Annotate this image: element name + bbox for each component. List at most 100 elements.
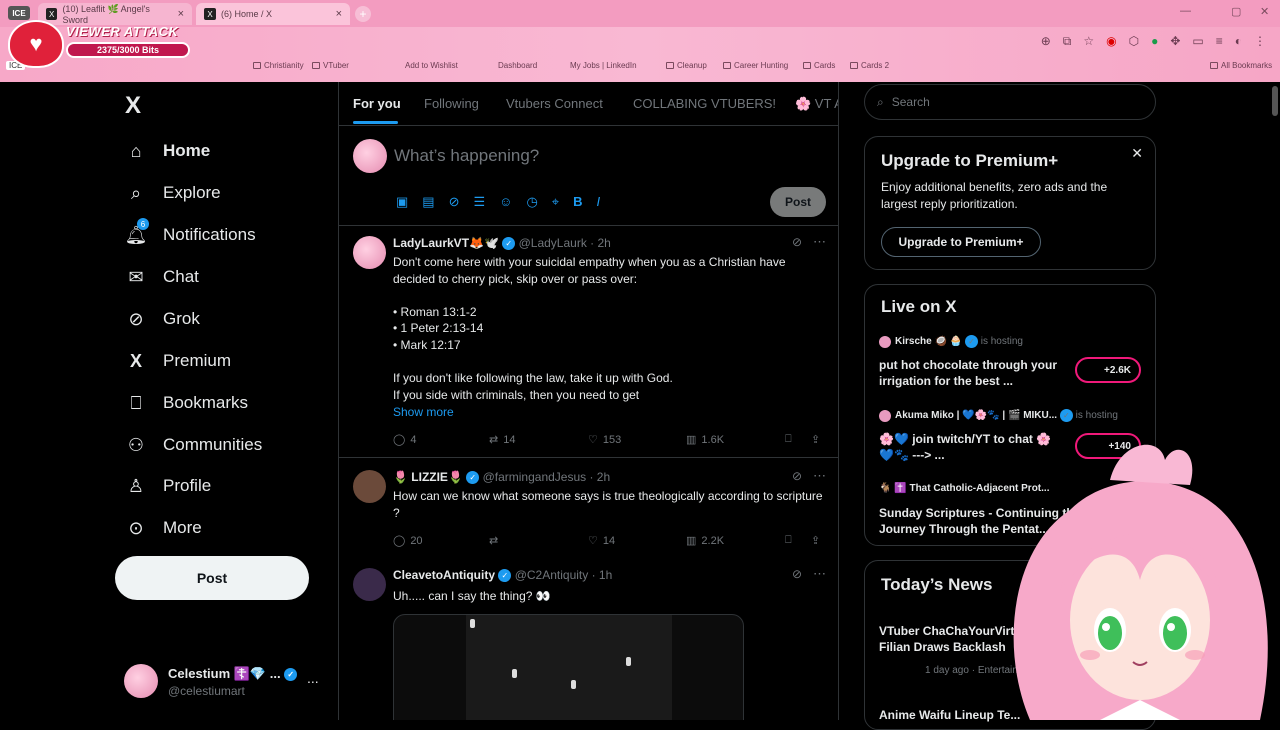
zoom-icon[interactable]: ⊕ (1041, 34, 1051, 49)
close-window-icon[interactable]: ✕ (1260, 5, 1269, 18)
reply-button[interactable]: ◯ 4 (393, 433, 416, 447)
nav-more[interactable]: ⊙ More (125, 517, 201, 539)
bookmark-christianity[interactable]: Christianity (253, 61, 304, 70)
author-handle[interactable]: @LadyLaurk · 2h (519, 236, 611, 250)
post-button[interactable]: Post (115, 556, 309, 600)
more-icon[interactable]: ⋯ (813, 234, 826, 250)
nav-grok[interactable]: ⊘ Grok (125, 308, 199, 330)
menu-icon[interactable]: ⋮ (1254, 34, 1266, 49)
nav-notifications[interactable]: 🔔︎ 6 Notifications (125, 218, 256, 246)
live-host[interactable]: Akuma Miko | 💙🌸🐾 | 🎬 MIKU... ✓ is hostin… (879, 409, 1118, 422)
like-button[interactable]: ♡ 14 (588, 534, 615, 548)
bookmark-cards[interactable]: Cards (803, 61, 835, 70)
bookmark-career[interactable]: Career Hunting (723, 61, 788, 70)
extension-icon[interactable]: ⬡ (1129, 34, 1139, 49)
compose-post-button[interactable]: Post (770, 187, 826, 217)
author-handle[interactable]: @farmingandJesus · 2h (483, 470, 611, 484)
share-icon[interactable]: ⇪ (811, 534, 820, 547)
nav-explore[interactable]: ⌕ Explore (125, 182, 221, 204)
nav-premium[interactable]: X Premium (125, 350, 231, 372)
puzzle-icon[interactable]: ✥ (1170, 34, 1180, 49)
tab-vt-a[interactable]: 🌸 VT A (795, 96, 838, 112)
browser-tab-home-x[interactable]: X (6) Home / X × (196, 3, 350, 25)
media-icon[interactable]: ≡ (1216, 34, 1223, 49)
author-name[interactable]: LadyLaurkVT🦊🕊️ (393, 236, 499, 250)
more-icon[interactable]: ⋯ (813, 468, 826, 484)
address-bar[interactable]: ⊕ ⧉ ☆ ◉ ⬡ ● ✥ ▭ ≡ ◐ ⋮ (0, 27, 1280, 57)
author-name[interactable]: 🌷 LIZZIE🌷 (393, 470, 463, 484)
new-tab-button[interactable]: + (355, 6, 371, 22)
views-button[interactable]: ▥ 1.6K (686, 433, 724, 447)
upgrade-premium-button[interactable]: Upgrade to Premium+ (881, 227, 1041, 257)
bookmark-all[interactable]: All Bookmarks (1210, 61, 1272, 70)
search-input[interactable]: ⌕ Search (864, 84, 1156, 120)
nav-chat[interactable]: ✉ Chat (125, 266, 198, 288)
x-logo-icon[interactable]: X (125, 92, 141, 120)
avatar[interactable] (353, 470, 386, 503)
minimize-icon[interactable]: — (1180, 5, 1191, 17)
bookmark-wishlist[interactable]: Add to Wishlist (405, 61, 458, 70)
like-button[interactable]: ♡ 153 (588, 433, 621, 447)
avatar[interactable] (353, 568, 386, 601)
nav-communities[interactable]: ⚇ Communities (125, 434, 262, 456)
author-handle[interactable]: @C2Antiquity · 1h (515, 568, 613, 582)
tweet[interactable]: CleavetoAntiquity ✓ @C2Antiquity · 1h ⊘ … (339, 558, 838, 720)
more-dots-icon[interactable]: ... (307, 670, 319, 686)
tweet-media[interactable] (393, 614, 744, 720)
tab-vtubers-connect[interactable]: Vtubers Connect (506, 96, 603, 111)
close-tab-icon[interactable]: × (178, 8, 184, 20)
schedule-icon[interactable]: ◷ (526, 194, 537, 210)
tab-for-you[interactable]: For you (353, 96, 401, 111)
tweet[interactable]: 🌷 LIZZIE🌷 ✓ @farmingandJesus · 2h ⊘ ⋯ Ho… (339, 460, 838, 558)
maximize-icon[interactable]: ▢ (1231, 5, 1241, 18)
listener-count[interactable]: +2.6K (1075, 357, 1141, 383)
nav-profile[interactable]: ♙ Profile (125, 475, 211, 497)
grammarly-icon[interactable]: ● (1151, 34, 1158, 49)
compose-input[interactable]: What’s happening? (394, 146, 539, 166)
close-tab-icon[interactable]: × (336, 8, 342, 20)
close-icon[interactable]: ✕ (1131, 145, 1143, 162)
grok-icon[interactable]: ⊘ (792, 567, 802, 581)
bookmark-linkedin[interactable]: My Jobs | LinkedIn (570, 61, 637, 70)
reply-button[interactable]: ◯ 20 (393, 534, 423, 548)
live-host[interactable]: Kirsche 🥥 🧁 ✓ is hosting (879, 335, 1023, 348)
bookmark-cleanup[interactable]: Cleanup (666, 61, 707, 70)
italic-icon[interactable]: I (597, 194, 601, 210)
tab-following[interactable]: Following (424, 96, 479, 111)
share-icon[interactable]: ⇪ (811, 433, 820, 446)
grok-icon[interactable]: ⊘ (792, 469, 802, 483)
location-icon[interactable]: ⌖ (552, 194, 559, 210)
bookmark-icon[interactable]: ⎕ (785, 433, 792, 446)
gif-icon[interactable]: ▤ (422, 194, 434, 210)
scrollbar[interactable] (1272, 86, 1278, 116)
show-more-link[interactable]: Show more (393, 405, 454, 419)
tweet[interactable]: LadyLaurkVT🦊🕊️ ✓ @LadyLaurk · 2h ⊘ ⋯ Don… (339, 226, 838, 458)
tab-collabing-vtubers[interactable]: COLLABING VTUBERS! (633, 96, 776, 111)
nav-home[interactable]: ⌂ Home (125, 140, 211, 162)
account-switcher[interactable]: Celestium ☦️💎 ... ✓ @celestiumart ... (124, 664, 324, 704)
emoji-icon[interactable]: ☺ (499, 194, 512, 210)
nav-bookmarks[interactable]: ⎕ Bookmarks (125, 392, 248, 414)
star-icon[interactable]: ☆ (1083, 34, 1094, 49)
repost-button[interactable]: ⇄ 14 (489, 433, 515, 447)
poll-icon[interactable]: ☰ (474, 194, 486, 210)
repost-button[interactable]: ⇄ (489, 534, 498, 547)
author-name[interactable]: CleavetoAntiquity (393, 568, 495, 582)
grok-icon[interactable]: ⊘ (792, 235, 802, 249)
avatar[interactable] (353, 236, 386, 269)
bookmark-cards-2[interactable]: Cards 2 (850, 61, 889, 70)
live-title-text[interactable]: put hot chocolate through your irrigatio… (879, 357, 1059, 389)
bookmark-vtuber[interactable]: VTuber (312, 61, 349, 70)
profile-icon[interactable]: ◐ (1235, 34, 1242, 49)
opera-icon[interactable]: ◉ (1106, 34, 1116, 49)
sidebar-icon[interactable]: ▭ (1192, 34, 1203, 49)
bookmark-icon[interactable]: ⎕ (785, 534, 792, 547)
more-icon[interactable]: ⋯ (813, 566, 826, 582)
tweet-header: 🌷 LIZZIE🌷 ✓ @farmingandJesus · 2h (393, 470, 611, 485)
image-icon[interactable]: ▣ (396, 194, 408, 210)
screenshot-icon[interactable]: ⧉ (1063, 34, 1072, 49)
bold-icon[interactable]: B (573, 194, 582, 210)
views-button[interactable]: ▥ 2.2K (686, 534, 724, 548)
grok-icon[interactable]: ⊘ (449, 194, 460, 210)
bookmark-dashboard[interactable]: Dashboard (498, 61, 537, 70)
